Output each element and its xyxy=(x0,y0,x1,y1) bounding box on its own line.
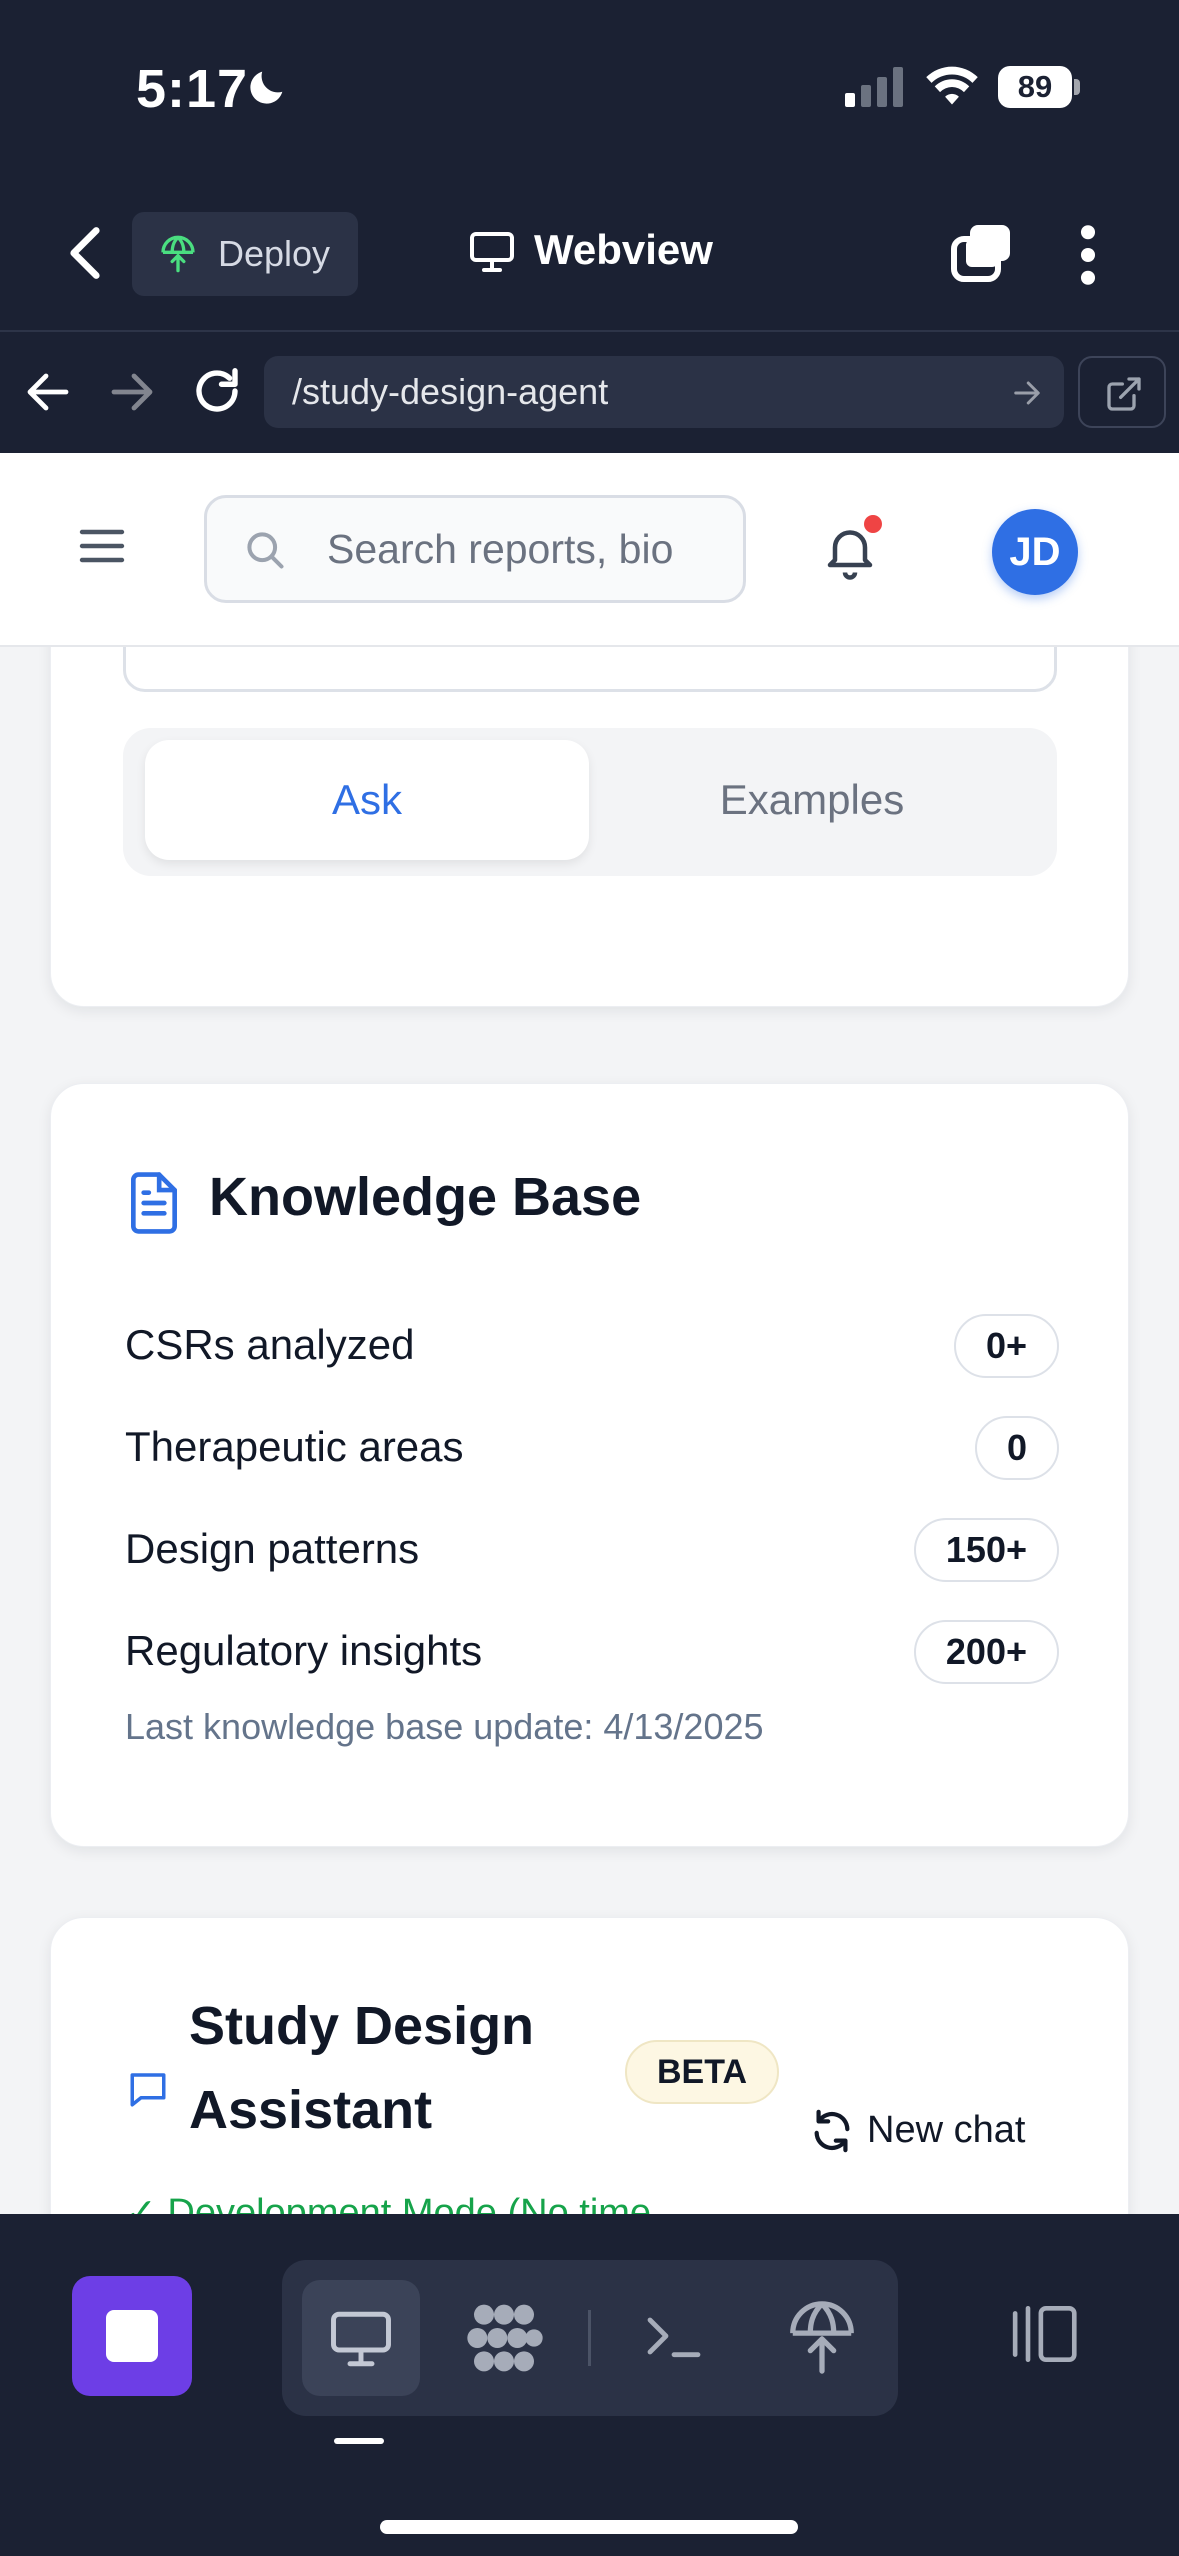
toolbar-divider xyxy=(588,2310,591,2366)
reload-icon[interactable] xyxy=(190,364,244,418)
card-title: Knowledge Base xyxy=(209,1167,642,1227)
arrow-right-icon[interactable] xyxy=(108,370,156,414)
stop-button[interactable] xyxy=(72,2276,192,2396)
kb-row-label: Design patterns xyxy=(125,1525,420,1572)
wifi-icon xyxy=(926,66,978,105)
url-text[interactable]: /study-design-agent xyxy=(292,356,608,428)
app-chrome: 5:17 89 Deploy Webview /study-design-age… xyxy=(0,0,1179,453)
kb-row-value: 150+ xyxy=(913,1518,1059,1582)
beta-badge: BETA xyxy=(625,2040,780,2104)
monitor-icon xyxy=(331,2311,391,2367)
knowledge-base-card: Knowledge Base CSRs analyzed 0+ Therapeu… xyxy=(50,1083,1129,1847)
kb-row-value: 0+ xyxy=(953,1314,1059,1378)
webview-tool-button[interactable] xyxy=(302,2280,420,2396)
kb-row-label: Regulatory insights xyxy=(125,1627,483,1674)
refresh-icon xyxy=(814,2109,850,2153)
card-title: Study Design Assistant xyxy=(189,1996,535,2140)
study-design-assistant-card: Study Design Assistant BETA New chat ✓ D… xyxy=(50,1917,1129,2214)
tab-examples[interactable]: Examples xyxy=(589,740,1035,860)
hamburger-menu-icon[interactable] xyxy=(78,525,126,567)
agents-icon[interactable] xyxy=(464,2298,544,2378)
notification-dot xyxy=(864,515,882,533)
more-vertical-icon[interactable] xyxy=(1072,224,1104,286)
battery-level: 89 xyxy=(1017,69,1053,104)
search-input[interactable] xyxy=(327,498,727,600)
chevron-left-icon[interactable] xyxy=(62,226,108,280)
external-link-icon xyxy=(1107,377,1141,411)
chat-bubble-icon xyxy=(130,2073,166,2107)
deploy-icon[interactable] xyxy=(786,2298,858,2374)
tabs-icon[interactable] xyxy=(950,222,1014,284)
deploy-button[interactable]: Deploy xyxy=(132,212,358,296)
active-tool-indicator xyxy=(334,2438,384,2444)
deploy-label: Deploy xyxy=(218,233,331,274)
url-bar[interactable]: /study-design-agent xyxy=(264,356,1064,428)
kb-row: Regulatory insights 200+ xyxy=(125,1616,1059,1686)
avatar[interactable]: JD xyxy=(992,509,1078,595)
development-mode-status: ✓ Development Mode (No time xyxy=(125,2192,652,2214)
mode-tabs: Ask Examples xyxy=(123,728,1057,876)
battery-indicator: 89 xyxy=(998,66,1080,108)
open-external-button[interactable] xyxy=(1078,356,1166,428)
tool-switcher xyxy=(282,2260,898,2416)
search-icon xyxy=(247,532,284,569)
kb-row: CSRs analyzed 0+ xyxy=(125,1310,1059,1380)
main-content: Ask Examples Knowledge Base CSRs analyze… xyxy=(0,647,1179,2214)
tab-ask[interactable]: Ask xyxy=(145,740,589,860)
kb-row-value: 0 xyxy=(974,1416,1059,1480)
home-indicator xyxy=(380,2520,798,2534)
monitor-icon xyxy=(470,232,514,272)
document-icon xyxy=(131,1172,177,1234)
webview-tab-label[interactable]: Webview xyxy=(534,226,713,274)
chrome-divider xyxy=(0,330,1179,332)
deploy-globe-icon xyxy=(161,235,195,273)
stop-icon xyxy=(106,2310,158,2362)
bottom-toolbar xyxy=(0,2214,1179,2556)
kb-row-label: Therapeutic areas xyxy=(125,1423,464,1470)
last-update-text: Last knowledge base update: 4/13/2025 xyxy=(125,1706,764,1747)
arrow-left-icon[interactable] xyxy=(24,370,72,414)
status-time: 5:17 xyxy=(136,59,249,119)
moon-icon xyxy=(250,71,283,104)
cellular-signal-icon xyxy=(845,67,903,107)
kb-row: Therapeutic areas 0 xyxy=(125,1412,1059,1482)
search-box[interactable] xyxy=(204,495,746,603)
terminal-icon[interactable] xyxy=(642,2304,706,2368)
kb-row-value: 200+ xyxy=(913,1620,1059,1684)
kb-row-label: CSRs analyzed xyxy=(125,1321,415,1368)
page-header: JD xyxy=(0,453,1179,647)
query-card: Ask Examples xyxy=(50,647,1129,1007)
arrow-right-icon[interactable] xyxy=(1012,378,1042,408)
layout-toggle-icon[interactable] xyxy=(1010,2302,1082,2366)
new-chat-label: New chat xyxy=(867,2109,1026,2151)
kb-row: Design patterns 150+ xyxy=(125,1514,1059,1584)
question-textarea[interactable] xyxy=(123,647,1057,692)
